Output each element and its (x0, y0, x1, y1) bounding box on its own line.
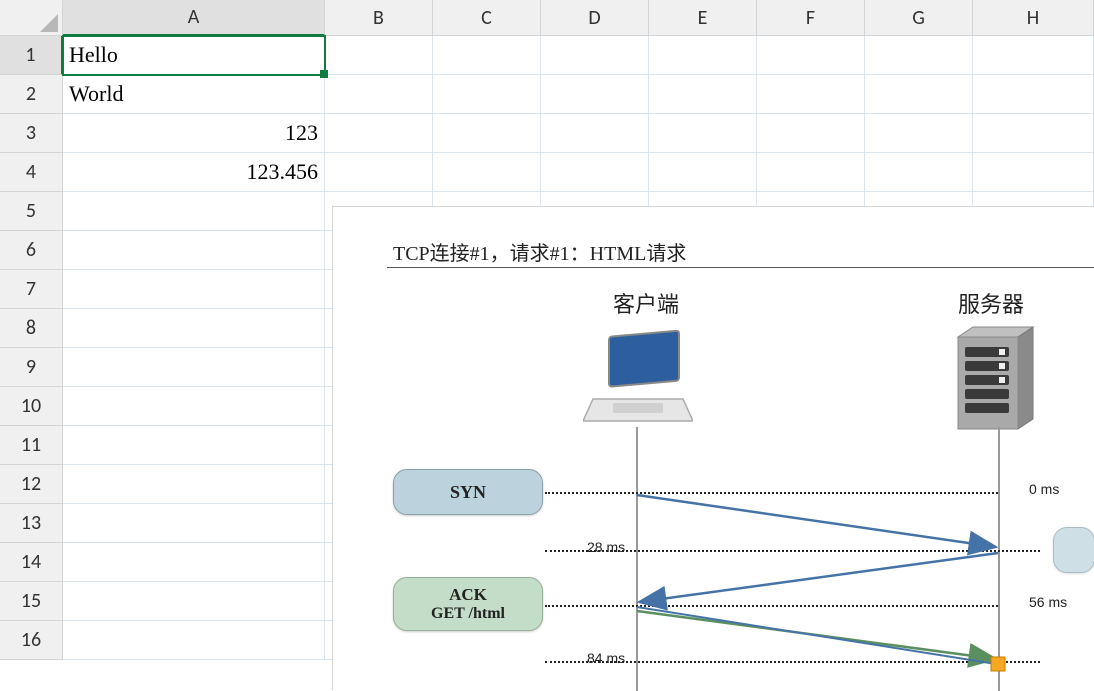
cell-H2[interactable] (973, 75, 1094, 114)
cell-F4[interactable] (757, 153, 865, 192)
cell-A4[interactable]: 123.456 (63, 153, 325, 192)
cell-H4[interactable] (973, 153, 1094, 192)
select-all-triangle-icon (40, 14, 58, 32)
column-header-F[interactable]: F (757, 0, 865, 36)
cell-G2[interactable] (865, 75, 973, 114)
cell-E2[interactable] (649, 75, 757, 114)
ack-message-box: ACK GET /html (393, 577, 543, 631)
row-2: 2 World (0, 75, 1094, 114)
row-header-14[interactable]: 14 (0, 543, 63, 582)
cell-F3[interactable] (757, 114, 865, 153)
cell-C1[interactable] (433, 36, 541, 75)
syn-message-box: SYN (393, 469, 543, 515)
cell-B4[interactable] (325, 153, 433, 192)
row-4: 4 123.456 (0, 153, 1094, 192)
diagram-title: TCP连接#1，请求#1：HTML请求 (393, 237, 686, 266)
row-header-16[interactable]: 16 (0, 621, 63, 660)
row-header-12[interactable]: 12 (0, 465, 63, 504)
get-label: GET /html (431, 605, 505, 623)
row-header-11[interactable]: 11 (0, 426, 63, 465)
synack-message-box (1053, 527, 1094, 573)
cell-A3[interactable]: 123 (63, 114, 325, 153)
cell-A1[interactable]: Hello (63, 36, 325, 75)
cell-A11[interactable] (63, 426, 325, 465)
cell-A15[interactable] (63, 582, 325, 621)
syn-label: SYN (450, 482, 486, 503)
cell-A12[interactable] (63, 465, 325, 504)
tcp-diagram-overlay: TCP连接#1，请求#1：HTML请求 客户端 服务器 SYN ACK GET … (332, 206, 1094, 690)
server-label: 服务器 (958, 287, 1024, 319)
cell-B1[interactable] (325, 36, 433, 75)
server-timeline (998, 427, 1000, 691)
ack-label: ACK (449, 585, 487, 605)
column-header-D[interactable]: D (541, 0, 649, 36)
cell-H1[interactable] (973, 36, 1094, 75)
row-1: 1 Hello (0, 36, 1094, 75)
cell-A13[interactable] (63, 504, 325, 543)
cell-D3[interactable] (541, 114, 649, 153)
row-header-9[interactable]: 9 (0, 348, 63, 387)
cell-G4[interactable] (865, 153, 973, 192)
cell-F2[interactable] (757, 75, 865, 114)
time-label-84ms: 84 ms (587, 650, 625, 666)
dotline-56ms (545, 605, 998, 607)
cell-D1[interactable] (541, 36, 649, 75)
cell-D4[interactable] (541, 153, 649, 192)
cell-A14[interactable] (63, 543, 325, 582)
cell-A7[interactable] (63, 270, 325, 309)
column-header-row: A B C D E F G H (0, 0, 1094, 36)
row-header-8[interactable]: 8 (0, 309, 63, 348)
time-label-56ms: 56 ms (1029, 594, 1067, 610)
cell-B3[interactable] (325, 114, 433, 153)
client-timeline (636, 427, 638, 691)
cell-A8[interactable] (63, 309, 325, 348)
cell-D2[interactable] (541, 75, 649, 114)
dotline-0ms (545, 492, 998, 494)
cell-G1[interactable] (865, 36, 973, 75)
cell-C2[interactable] (433, 75, 541, 114)
cell-A9[interactable] (63, 348, 325, 387)
column-header-A[interactable]: A (63, 0, 325, 36)
diagram-title-underline (387, 267, 1094, 268)
cell-E4[interactable] (649, 153, 757, 192)
column-header-B[interactable]: B (325, 0, 433, 36)
select-all-corner[interactable] (0, 0, 63, 36)
row-header-7[interactable]: 7 (0, 270, 63, 309)
time-label-0ms: 0 ms (1029, 481, 1059, 497)
time-label-28ms: 28 ms (587, 539, 625, 555)
cell-E3[interactable] (649, 114, 757, 153)
cell-A2[interactable]: World (63, 75, 325, 114)
row-header-6[interactable]: 6 (0, 231, 63, 270)
cell-C3[interactable] (433, 114, 541, 153)
row-3: 3 123 (0, 114, 1094, 153)
cell-C4[interactable] (433, 153, 541, 192)
row-header-10[interactable]: 10 (0, 387, 63, 426)
column-header-E[interactable]: E (649, 0, 757, 36)
cell-G3[interactable] (865, 114, 973, 153)
row-header-13[interactable]: 13 (0, 504, 63, 543)
cell-A10[interactable] (63, 387, 325, 426)
client-label: 客户端 (613, 287, 679, 319)
cell-A16[interactable] (63, 621, 325, 660)
column-header-C[interactable]: C (433, 0, 541, 36)
column-header-G[interactable]: G (865, 0, 973, 36)
row-header-2[interactable]: 2 (0, 75, 63, 114)
row-header-1[interactable]: 1 (0, 36, 63, 75)
laptop-icon (583, 327, 693, 422)
row-header-15[interactable]: 15 (0, 582, 63, 621)
cell-B2[interactable] (325, 75, 433, 114)
row-header-5[interactable]: 5 (0, 192, 63, 231)
cell-A5[interactable] (63, 192, 325, 231)
column-header-H[interactable]: H (973, 0, 1094, 36)
row-header-4[interactable]: 4 (0, 153, 63, 192)
cell-F1[interactable] (757, 36, 865, 75)
cell-E1[interactable] (649, 36, 757, 75)
cell-H3[interactable] (973, 114, 1094, 153)
row-header-3[interactable]: 3 (0, 114, 63, 153)
cell-A6[interactable] (63, 231, 325, 270)
server-icon (943, 319, 1048, 439)
